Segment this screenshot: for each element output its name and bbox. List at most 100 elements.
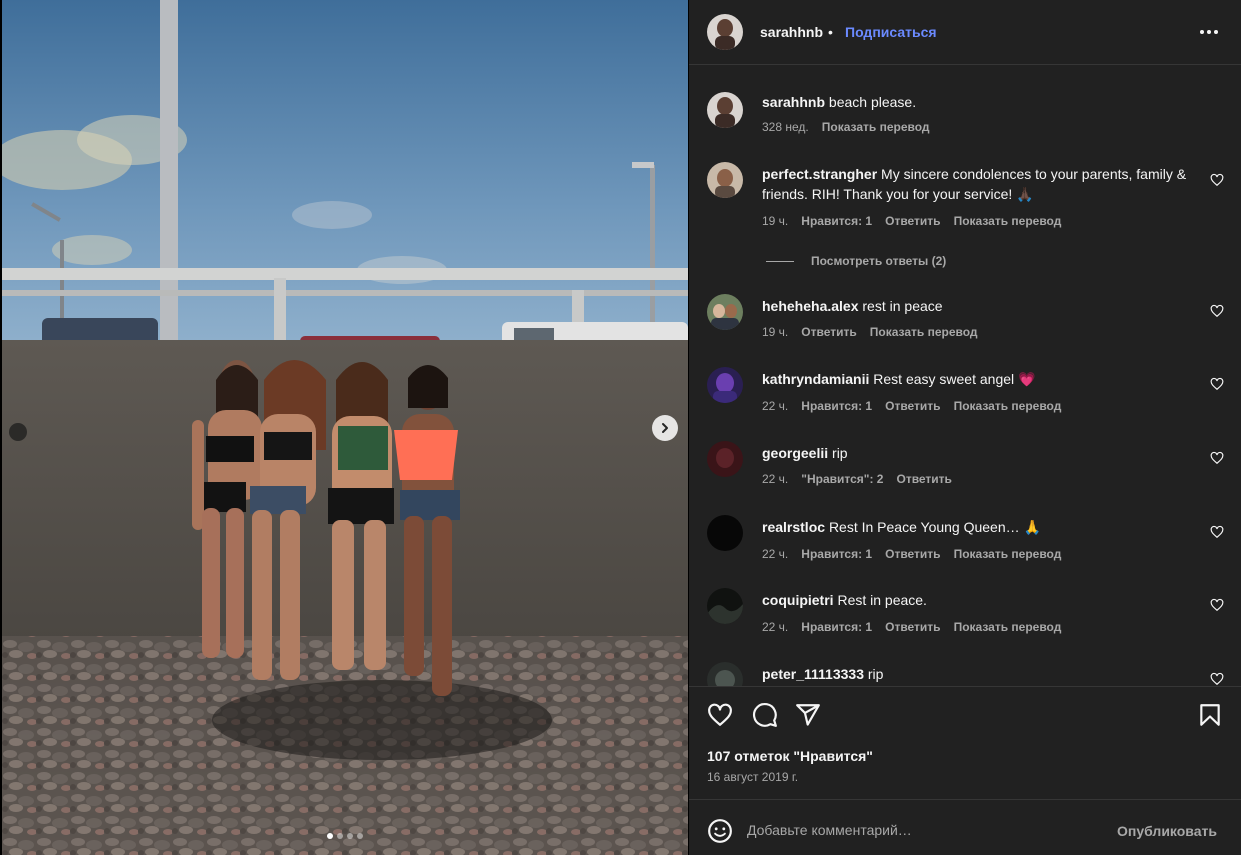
comment-text: coquipietri Rest in peace. — [762, 590, 1192, 610]
comment-translate[interactable]: Показать перевод — [870, 325, 978, 339]
comment-username[interactable]: kathryndamianii — [762, 371, 869, 387]
comment-heart-icon[interactable] — [1210, 451, 1224, 465]
comments-list[interactable]: sarahhnb beach please. 328 нед. Показать… — [689, 66, 1241, 686]
comment-translate[interactable]: Показать перевод — [954, 547, 1062, 561]
caption-avatar[interactable] — [707, 92, 743, 128]
heart-icon[interactable] — [707, 702, 733, 728]
emoji-icon[interactable] — [707, 818, 733, 844]
comment-time[interactable]: 22 ч. — [762, 547, 788, 561]
caption-time[interactable]: 328 нед. — [762, 120, 809, 134]
comment-reply-button[interactable]: Ответить — [885, 547, 940, 561]
comment-composer: Опубликовать — [689, 799, 1241, 855]
comment-likes[interactable]: Нравится: 1 — [801, 214, 872, 228]
comment-text: perfect.strangher My sincere condolences… — [762, 164, 1192, 204]
comment-avatar[interactable] — [707, 294, 743, 330]
comment-heart-icon[interactable] — [1210, 598, 1224, 612]
comment-username[interactable]: realrstloc — [762, 519, 825, 535]
chevron-right-icon — [662, 423, 668, 433]
comment-text: heheheha.alex rest in peace — [762, 296, 1192, 316]
author-avatar[interactable] — [707, 14, 743, 50]
comment-input[interactable] — [747, 818, 1097, 842]
comment-username[interactable]: heheheha.alex — [762, 298, 859, 314]
comment-text: realrstloc Rest In Peace Young Queen… 🙏 — [762, 517, 1192, 537]
caption-meta: 328 нед. Показать перевод — [762, 120, 930, 134]
comment-time[interactable]: 22 ч. — [762, 620, 788, 634]
comment-avatar-image — [707, 162, 743, 198]
carousel-dot — [337, 833, 343, 839]
comment-text: kathryndamianii Rest easy sweet angel 💗 — [762, 369, 1192, 389]
more-options-icon[interactable] — [1197, 22, 1221, 42]
comment-body: Rest in peace. — [837, 592, 927, 608]
comment-text: georgeelii rip — [762, 443, 1192, 463]
comment-time[interactable]: 22 ч. — [762, 399, 788, 413]
comment-time[interactable]: 22 ч. — [762, 472, 788, 486]
comment-heart-icon[interactable] — [1210, 377, 1224, 391]
comment-avatar[interactable] — [707, 515, 743, 551]
comment-text: peter_11113333 rip — [762, 664, 1192, 684]
beach-photo-image — [2, 0, 688, 855]
caption-username[interactable]: sarahhnb — [762, 94, 825, 110]
comment-translate[interactable]: Показать перевод — [954, 214, 1062, 228]
comment-meta: 22 ч. Нравится: 1 Ответить Показать пере… — [762, 547, 1061, 561]
comment-meta: 19 ч. Нравится: 1 Ответить Показать пере… — [762, 214, 1061, 228]
comment-meta: 22 ч. "Нравится": 2 Ответить — [762, 472, 952, 486]
share-icon[interactable] — [795, 702, 821, 728]
comment-meta: 19 ч. Ответить Показать перевод — [762, 325, 978, 339]
publish-button[interactable]: Опубликовать — [1117, 823, 1217, 839]
carousel-dot — [327, 833, 333, 839]
comment-body: Rest In Peace Young Queen… 🙏 — [828, 519, 1041, 535]
caption-text: sarahhnb beach please. — [762, 92, 1192, 112]
comment-avatar[interactable] — [707, 441, 743, 477]
post-date[interactable]: 16 август 2019 г. — [707, 770, 798, 784]
comment-icon[interactable] — [752, 702, 778, 728]
comment-meta: 22 ч. Нравится: 1 Ответить Показать пере… — [762, 620, 1061, 634]
comment-likes[interactable]: Нравится: 1 — [801, 620, 872, 634]
next-slide-button[interactable] — [652, 415, 678, 441]
comment-username[interactable]: coquipietri — [762, 592, 834, 608]
comment-avatar-image — [707, 588, 743, 624]
comment-translate[interactable]: Показать перевод — [954, 620, 1062, 634]
comment-reply-button[interactable]: Ответить — [885, 620, 940, 634]
comment-reply-button[interactable]: Ответить — [885, 399, 940, 413]
comment-heart-icon[interactable] — [1210, 173, 1224, 187]
post-side-panel: sarahhnb • Подписаться sarahhnb beach pl… — [689, 0, 1241, 855]
author-username[interactable]: sarahhnb — [760, 24, 823, 40]
view-replies-label: Посмотреть ответы (2) — [811, 254, 947, 268]
comment-avatar[interactable] — [707, 588, 743, 624]
action-bar: 107 отметок "Нравится" 16 август 2019 г. — [689, 686, 1241, 799]
comment-heart-icon[interactable] — [1210, 304, 1224, 318]
comment-reply-button[interactable]: Ответить — [801, 325, 856, 339]
comment-heart-icon[interactable] — [1210, 525, 1224, 539]
comment-username[interactable]: perfect.strangher — [762, 166, 877, 182]
carousel-dot — [347, 833, 353, 839]
comment-reply-button[interactable]: Ответить — [896, 472, 951, 486]
caption-avatar-image — [707, 92, 743, 128]
comment-time[interactable]: 19 ч. — [762, 214, 788, 228]
comment-username[interactable]: peter_11113333 — [762, 666, 864, 682]
likes-count[interactable]: 107 отметок "Нравится" — [707, 748, 873, 764]
comment-time[interactable]: 19 ч. — [762, 325, 788, 339]
comment-body: rest in peace — [862, 298, 943, 314]
comment-reply-button[interactable]: Ответить — [885, 214, 940, 228]
comment-meta: 22 ч. Нравится: 1 Ответить Показать пере… — [762, 399, 1061, 413]
comment-body: rip — [832, 445, 848, 461]
comment-avatar[interactable] — [707, 662, 743, 686]
comment-username[interactable]: georgeelii — [762, 445, 828, 461]
comment-likes[interactable]: "Нравится": 2 — [801, 472, 883, 486]
post-photo[interactable] — [2, 0, 688, 855]
comment-translate[interactable]: Показать перевод — [954, 399, 1062, 413]
save-icon[interactable] — [1197, 702, 1223, 728]
comment-avatar[interactable] — [707, 162, 743, 198]
comment-body: rip — [867, 666, 884, 682]
caption-translate[interactable]: Показать перевод — [822, 120, 930, 134]
comment-heart-icon[interactable] — [1210, 672, 1224, 686]
replies-divider — [766, 260, 794, 262]
comment-likes[interactable]: Нравится: 1 — [801, 399, 872, 413]
comment-body: Rest easy sweet angel 💗 — [873, 371, 1036, 387]
view-replies-button[interactable]: Посмотреть ответы (2) — [766, 254, 946, 268]
comment-avatar-image — [707, 662, 743, 686]
follow-button[interactable]: Подписаться — [845, 24, 937, 40]
comment-likes[interactable]: Нравится: 1 — [801, 547, 872, 561]
comment-avatar-image — [707, 441, 743, 477]
comment-avatar[interactable] — [707, 367, 743, 403]
